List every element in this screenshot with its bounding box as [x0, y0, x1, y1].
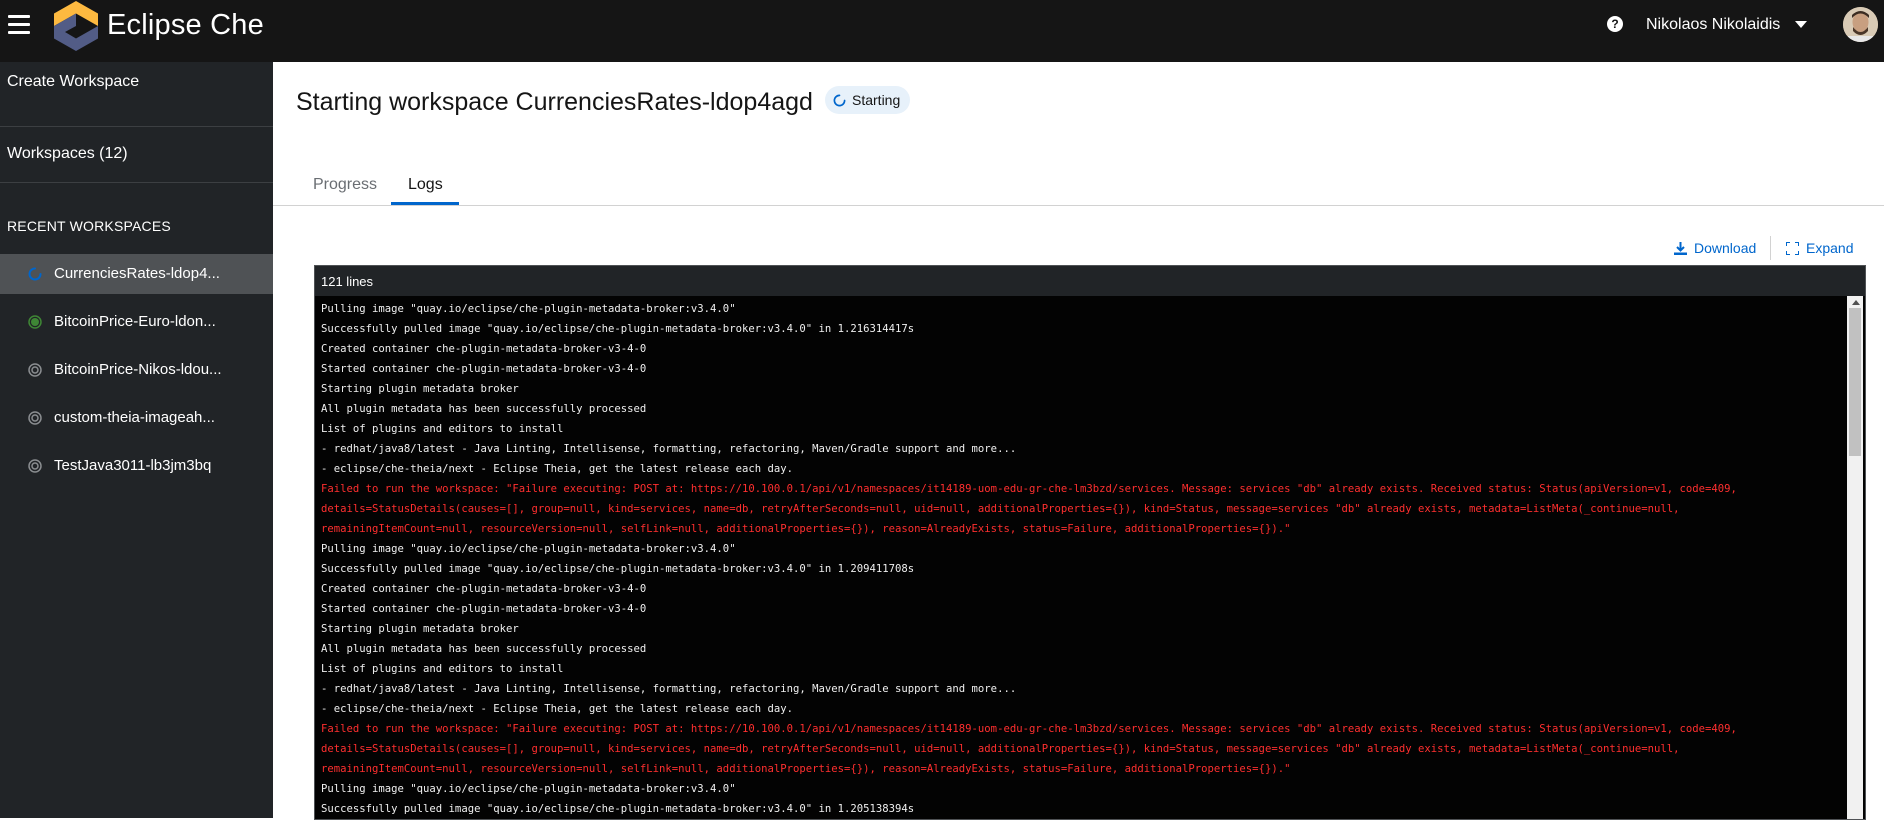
stopped-status-icon [28, 411, 42, 425]
running-status-icon [28, 315, 42, 329]
avatar[interactable] [1843, 7, 1878, 42]
nav-divider [0, 182, 273, 183]
status-badge: Starting [825, 86, 911, 114]
log-line: - redhat/java8/latest - Java Linting, In… [321, 683, 1017, 695]
log-line: List of plugins and editors to install [321, 423, 564, 435]
log-line: Successfully pulled image "quay.io/eclip… [321, 803, 915, 815]
scroll-up-arrow-icon[interactable] [1852, 300, 1860, 305]
log-line-error: remainingItemCount=null, resourceVersion… [321, 523, 1291, 535]
main-content: Starting workspace CurrenciesRates-ldop4… [273, 62, 1884, 820]
help-icon[interactable]: ? [1607, 16, 1623, 32]
chevron-down-icon[interactable] [1795, 21, 1807, 28]
log-line-error: remainingItemCount=null, resourceVersion… [321, 763, 1291, 775]
log-line: Starting plugin metadata broker [321, 623, 519, 635]
log-scrollbar-thumb[interactable] [1849, 308, 1861, 456]
masthead: Eclipse Che ? Nikolaos Nikolaidis [0, 0, 1884, 62]
tab-progress[interactable]: Progress [313, 176, 377, 194]
log-line-error: Failed to run the workspace: "Failure ex… [321, 723, 1737, 735]
log-line: Created container che-plugin-metadata-br… [321, 343, 647, 355]
user-menu-name[interactable]: Nikolaos Nikolaidis [1646, 16, 1780, 34]
log-line: Created container che-plugin-metadata-br… [321, 583, 647, 595]
log-header: 121 lines [315, 266, 1865, 296]
nav-divider [0, 126, 273, 127]
log-body[interactable]: Pulling image "quay.io/eclipse/che-plugi… [315, 296, 1865, 819]
hamburger-menu-icon[interactable] [8, 15, 30, 35]
log-line: - eclipse/che-theia/next - Eclipse Theia… [321, 463, 793, 475]
recent-workspaces-title: RECENT WORKSPACES [7, 218, 171, 234]
log-line: Pulling image "quay.io/eclipse/che-plugi… [321, 783, 736, 795]
status-badge-label: Starting [852, 92, 901, 108]
recent-workspace-item[interactable]: CurrenciesRates-ldop4... [0, 254, 273, 294]
recent-workspace-item[interactable]: TestJava3011-lb3jm3bq [0, 446, 273, 486]
spinner-icon [28, 267, 42, 281]
log-line: Started container che-plugin-metadata-br… [321, 363, 647, 375]
log-line-count: 121 lines [321, 274, 374, 289]
log-line: Pulling image "quay.io/eclipse/che-plugi… [321, 543, 736, 555]
log-line-error: details=StatusDetails(causes=[], group=n… [321, 503, 1680, 515]
tab-logs[interactable]: Logs [408, 176, 443, 194]
expand-label: Expand [1806, 240, 1854, 256]
stopped-status-icon [28, 459, 42, 473]
log-line: Successfully pulled image "quay.io/eclip… [321, 323, 915, 335]
download-label: Download [1694, 240, 1757, 256]
eclipse-che-logo[interactable] [54, 1, 98, 51]
log-line-error: details=StatusDetails(causes=[], group=n… [321, 743, 1680, 755]
spinner-icon [833, 94, 846, 106]
expand-icon [1786, 241, 1799, 255]
expand-button[interactable]: Expand [1786, 240, 1853, 256]
log-line: List of plugins and editors to install [321, 663, 564, 675]
recent-workspace-label: CurrenciesRates-ldop4... [54, 265, 220, 282]
log-line: All plugin metadata has been successfull… [321, 643, 647, 655]
log-line: Pulling image "quay.io/eclipse/che-plugi… [321, 303, 736, 315]
download-icon [1674, 241, 1687, 255]
recent-workspace-label: TestJava3011-lb3jm3bq [54, 457, 212, 474]
brand-title[interactable]: Eclipse Che [107, 9, 264, 42]
recent-workspace-label: BitcoinPrice-Nikos-ldou... [54, 361, 222, 378]
stopped-status-icon [28, 363, 42, 377]
action-divider [1770, 236, 1771, 260]
sidebar: Create Workspace Workspaces (12) RECENT … [0, 62, 273, 818]
nav-create-workspace[interactable]: Create Workspace [0, 73, 273, 103]
recent-workspace-item[interactable]: custom-theia-imageah... [0, 398, 273, 438]
recent-workspace-label: custom-theia-imageah... [54, 409, 215, 426]
log-line: All plugin metadata has been successfull… [321, 403, 647, 415]
recent-workspace-item[interactable]: BitcoinPrice-Euro-ldon... [0, 302, 273, 342]
log-viewer: 121 lines Pulling image "quay.io/eclipse… [314, 265, 1866, 820]
log-line: Starting plugin metadata broker [321, 383, 519, 395]
recent-workspace-label: BitcoinPrice-Euro-ldon... [54, 313, 216, 330]
log-lines: Pulling image "quay.io/eclipse/che-plugi… [321, 299, 1841, 819]
log-line: - redhat/java8/latest - Java Linting, In… [321, 443, 1017, 455]
page-title: Starting workspace CurrenciesRates-ldop4… [296, 88, 813, 116]
log-line: - eclipse/che-theia/next - Eclipse Theia… [321, 703, 793, 715]
nav-workspaces[interactable]: Workspaces (12) [0, 145, 273, 175]
log-line: Successfully pulled image "quay.io/eclip… [321, 563, 915, 575]
nav-workspaces-label: Workspaces (12) [7, 145, 128, 162]
tabs-divider [273, 205, 1884, 206]
log-line: Started container che-plugin-metadata-br… [321, 603, 647, 615]
download-button[interactable]: Download [1674, 240, 1756, 256]
nav-create-workspace-label: Create Workspace [7, 73, 140, 90]
log-line-error: Failed to run the workspace: "Failure ex… [321, 483, 1737, 495]
recent-workspace-item[interactable]: BitcoinPrice-Nikos-ldou... [0, 350, 273, 390]
